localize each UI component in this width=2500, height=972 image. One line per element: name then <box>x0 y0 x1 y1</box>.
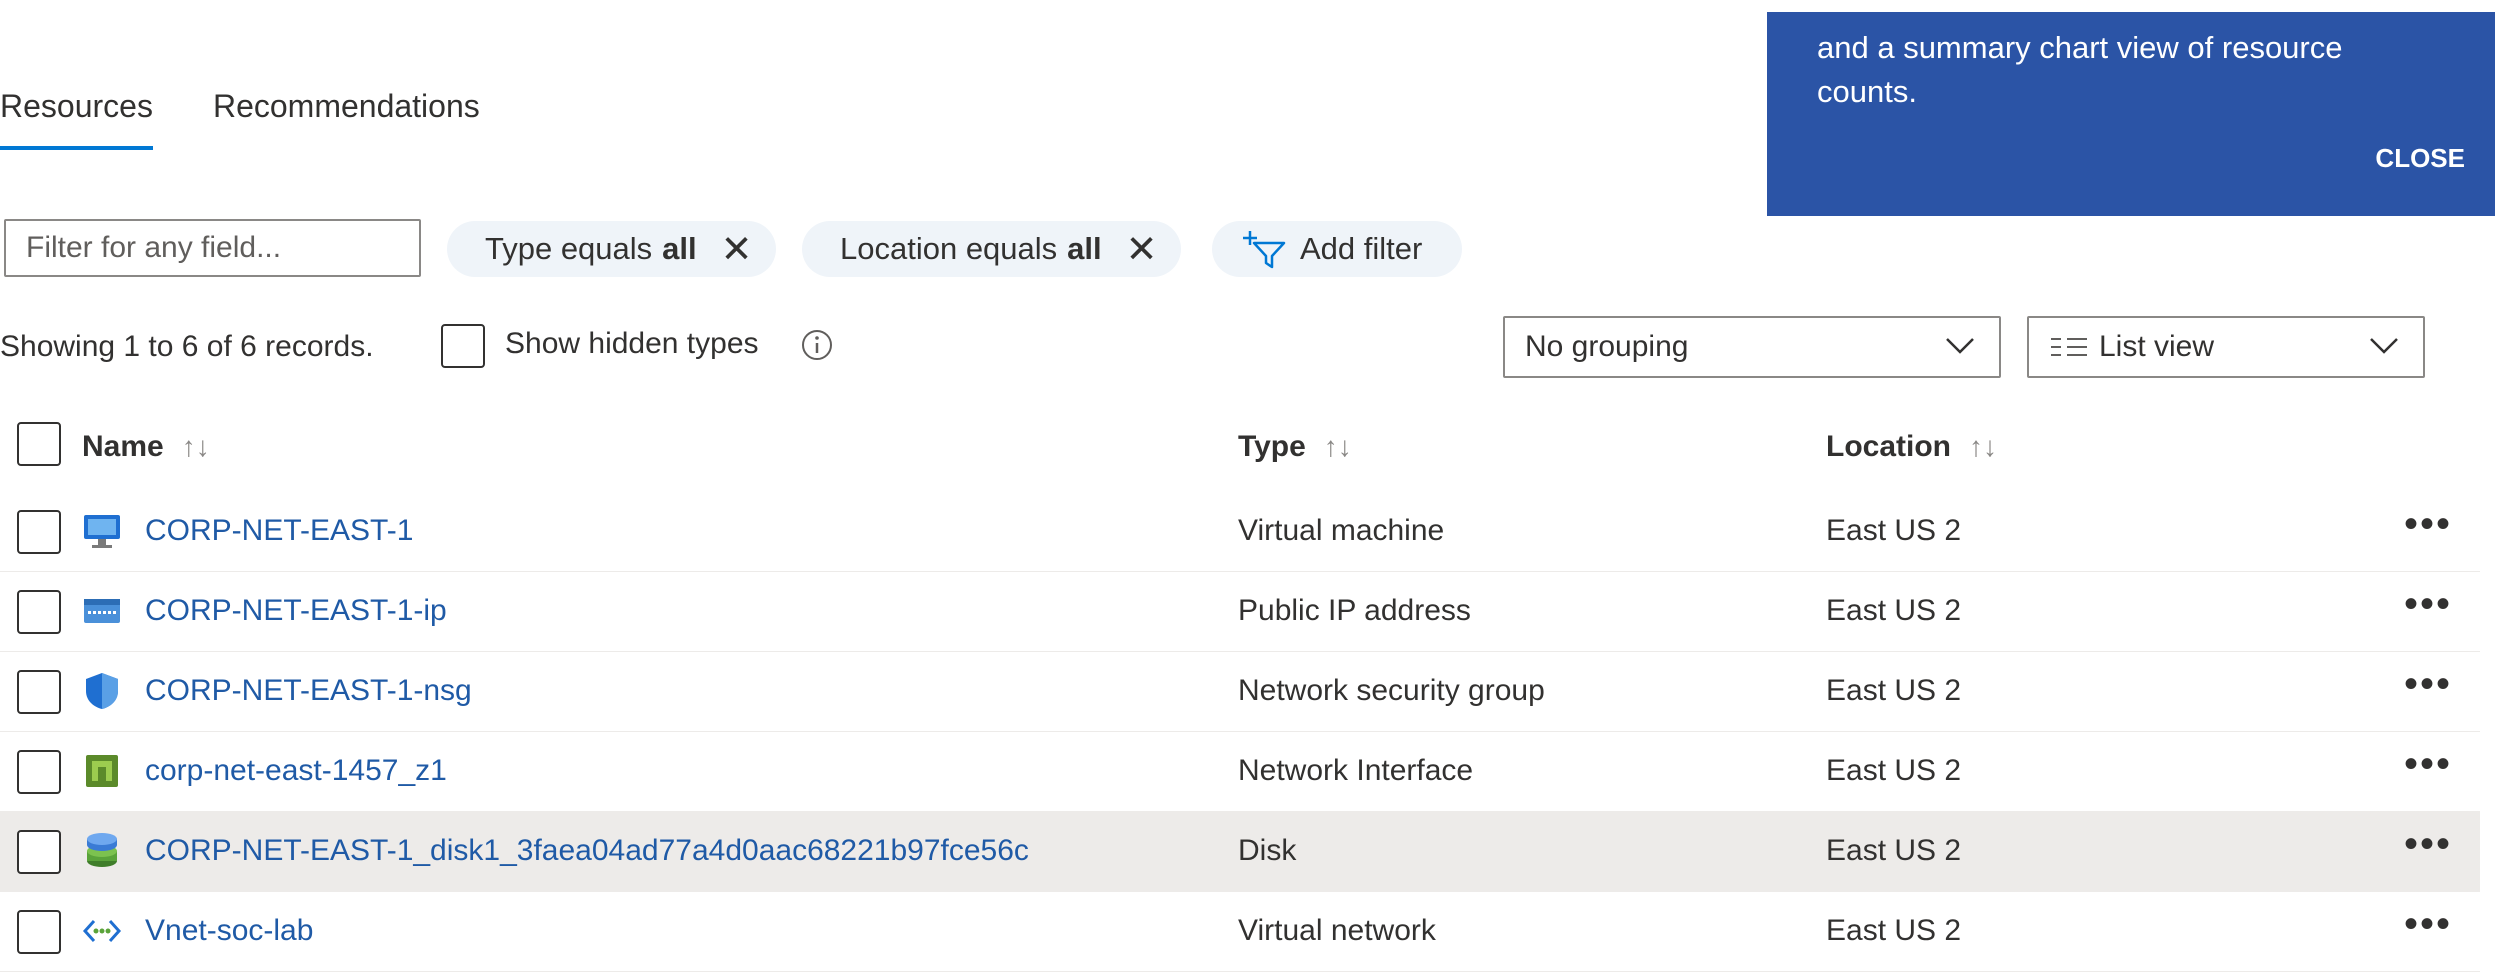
resource-type: Network security group <box>1238 674 1545 707</box>
resource-name-link[interactable]: CORP-NET-EAST-1 <box>145 514 413 548</box>
sort-icon: ↑↓ <box>181 431 210 462</box>
more-actions-icon[interactable]: ••• <box>2404 742 2452 787</box>
row-checkbox[interactable] <box>17 750 61 794</box>
more-actions-icon[interactable]: ••• <box>2404 822 2452 867</box>
disk-icon <box>87 833 117 867</box>
row-checkbox[interactable] <box>17 910 61 954</box>
add-filter-button[interactable]: Add filter <box>1212 221 1463 277</box>
close-icon[interactable]: ✕ <box>1126 227 1158 272</box>
records-count: Showing 1 to 6 of 6 records. <box>0 330 374 363</box>
select-all-checkbox[interactable] <box>17 422 61 466</box>
column-header-name[interactable]: Name ↑↓ <box>82 430 210 464</box>
tab-bar: Resources Recommendations <box>0 84 540 154</box>
table-row[interactable]: CORP-NET-EAST-1_disk1_3faea04ad77a4d0aac… <box>0 812 2480 892</box>
location-filter-value: all <box>1067 231 1102 266</box>
shield-icon <box>86 673 118 709</box>
add-filter-icon <box>1243 231 1286 269</box>
show-hidden-types-label: Show hidden types <box>505 327 759 360</box>
resource-type: Disk <box>1238 834 1297 867</box>
resource-location: East US 2 <box>1826 514 1962 547</box>
filter-input[interactable] <box>4 219 421 277</box>
column-header-label: Type <box>1238 430 1306 463</box>
table-row[interactable]: CORP-NET-EAST-1-ip Public IP address Eas… <box>0 572 2480 652</box>
resource-name-link[interactable]: CORP-NET-EAST-1-ip <box>145 594 447 628</box>
location-filter-pill[interactable]: Location equals all ✕ <box>802 221 1182 277</box>
tab-resources[interactable]: Resources <box>0 84 153 154</box>
virtual-network-icon <box>82 919 122 943</box>
row-checkbox[interactable] <box>17 830 61 874</box>
resource-name-link[interactable]: corp-net-east-1457_z1 <box>145 754 447 788</box>
column-header-label: Name <box>82 430 164 463</box>
teaching-bubble: and a summary chart view of resource cou… <box>1767 12 2495 216</box>
chevron-down-icon <box>2370 338 2398 354</box>
list-view-icon <box>2051 338 2087 356</box>
teaching-bubble-text: and a summary chart view of resource cou… <box>1817 30 2343 109</box>
virtual-machine-icon <box>84 515 120 548</box>
more-actions-icon[interactable]: ••• <box>2404 662 2452 707</box>
close-icon[interactable]: ✕ <box>721 227 753 272</box>
info-icon[interactable] <box>800 328 834 362</box>
more-actions-icon[interactable]: ••• <box>2404 902 2452 947</box>
chevron-down-icon <box>1946 338 1974 354</box>
view-dropdown-value: List view <box>2099 330 2215 363</box>
resource-name-link[interactable]: Vnet-soc-lab <box>145 914 313 948</box>
row-checkbox[interactable] <box>17 590 61 634</box>
resource-location: East US 2 <box>1826 674 1962 707</box>
view-dropdown[interactable]: List view <box>2027 316 2425 378</box>
column-header-label: Location <box>1826 430 1951 463</box>
show-hidden-types-checkbox[interactable] <box>441 324 485 368</box>
add-filter-label: Add filter <box>1300 231 1423 266</box>
network-interface-icon <box>86 755 118 787</box>
resource-location: East US 2 <box>1826 594 1962 627</box>
column-header-location[interactable]: Location ↑↓ <box>1826 430 1997 464</box>
type-filter-label: Type equals <box>485 231 653 266</box>
resource-type: Public IP address <box>1238 594 1471 627</box>
grouping-dropdown[interactable]: No grouping <box>1503 316 2001 378</box>
more-actions-icon[interactable]: ••• <box>2404 582 2452 627</box>
row-checkbox[interactable] <box>17 670 61 714</box>
type-filter-value: all <box>662 231 697 266</box>
resource-location: East US 2 <box>1826 834 1962 867</box>
sort-icon: ↑↓ <box>1969 431 1997 462</box>
resource-name-link[interactable]: CORP-NET-EAST-1_disk1_3faea04ad77a4d0aac… <box>145 834 1029 868</box>
resource-location: East US 2 <box>1826 754 1962 787</box>
table-row[interactable]: Vnet-soc-lab Virtual network East US 2 •… <box>0 892 2480 972</box>
column-header-type[interactable]: Type ↑↓ <box>1238 430 1352 464</box>
table-row[interactable]: corp-net-east-1457_z1 Network Interface … <box>0 732 2480 812</box>
type-filter-pill[interactable]: Type equals all ✕ <box>447 221 777 277</box>
close-button[interactable]: CLOSE <box>2375 136 2465 180</box>
resource-name-link[interactable]: CORP-NET-EAST-1-nsg <box>145 674 472 708</box>
resource-location: East US 2 <box>1826 914 1962 947</box>
location-filter-label: Location equals <box>840 231 1058 266</box>
tab-recommendations[interactable]: Recommendations <box>213 84 480 154</box>
sort-icon: ↑↓ <box>1323 431 1352 462</box>
resource-type: Virtual network <box>1238 914 1436 947</box>
more-actions-icon[interactable]: ••• <box>2404 502 2452 547</box>
table-header: Name ↑↓ Type ↑↓ Location ↑↓ <box>0 410 2480 490</box>
table-row[interactable]: CORP-NET-EAST-1 Virtual machine East US … <box>0 492 2480 572</box>
resource-type: Network Interface <box>1238 754 1474 787</box>
table-row[interactable]: CORP-NET-EAST-1-nsg Network security gro… <box>0 652 2480 732</box>
row-checkbox[interactable] <box>17 510 61 554</box>
public-ip-icon <box>84 599 120 623</box>
resource-type: Virtual machine <box>1238 514 1445 547</box>
grouping-dropdown-value: No grouping <box>1525 330 1689 363</box>
